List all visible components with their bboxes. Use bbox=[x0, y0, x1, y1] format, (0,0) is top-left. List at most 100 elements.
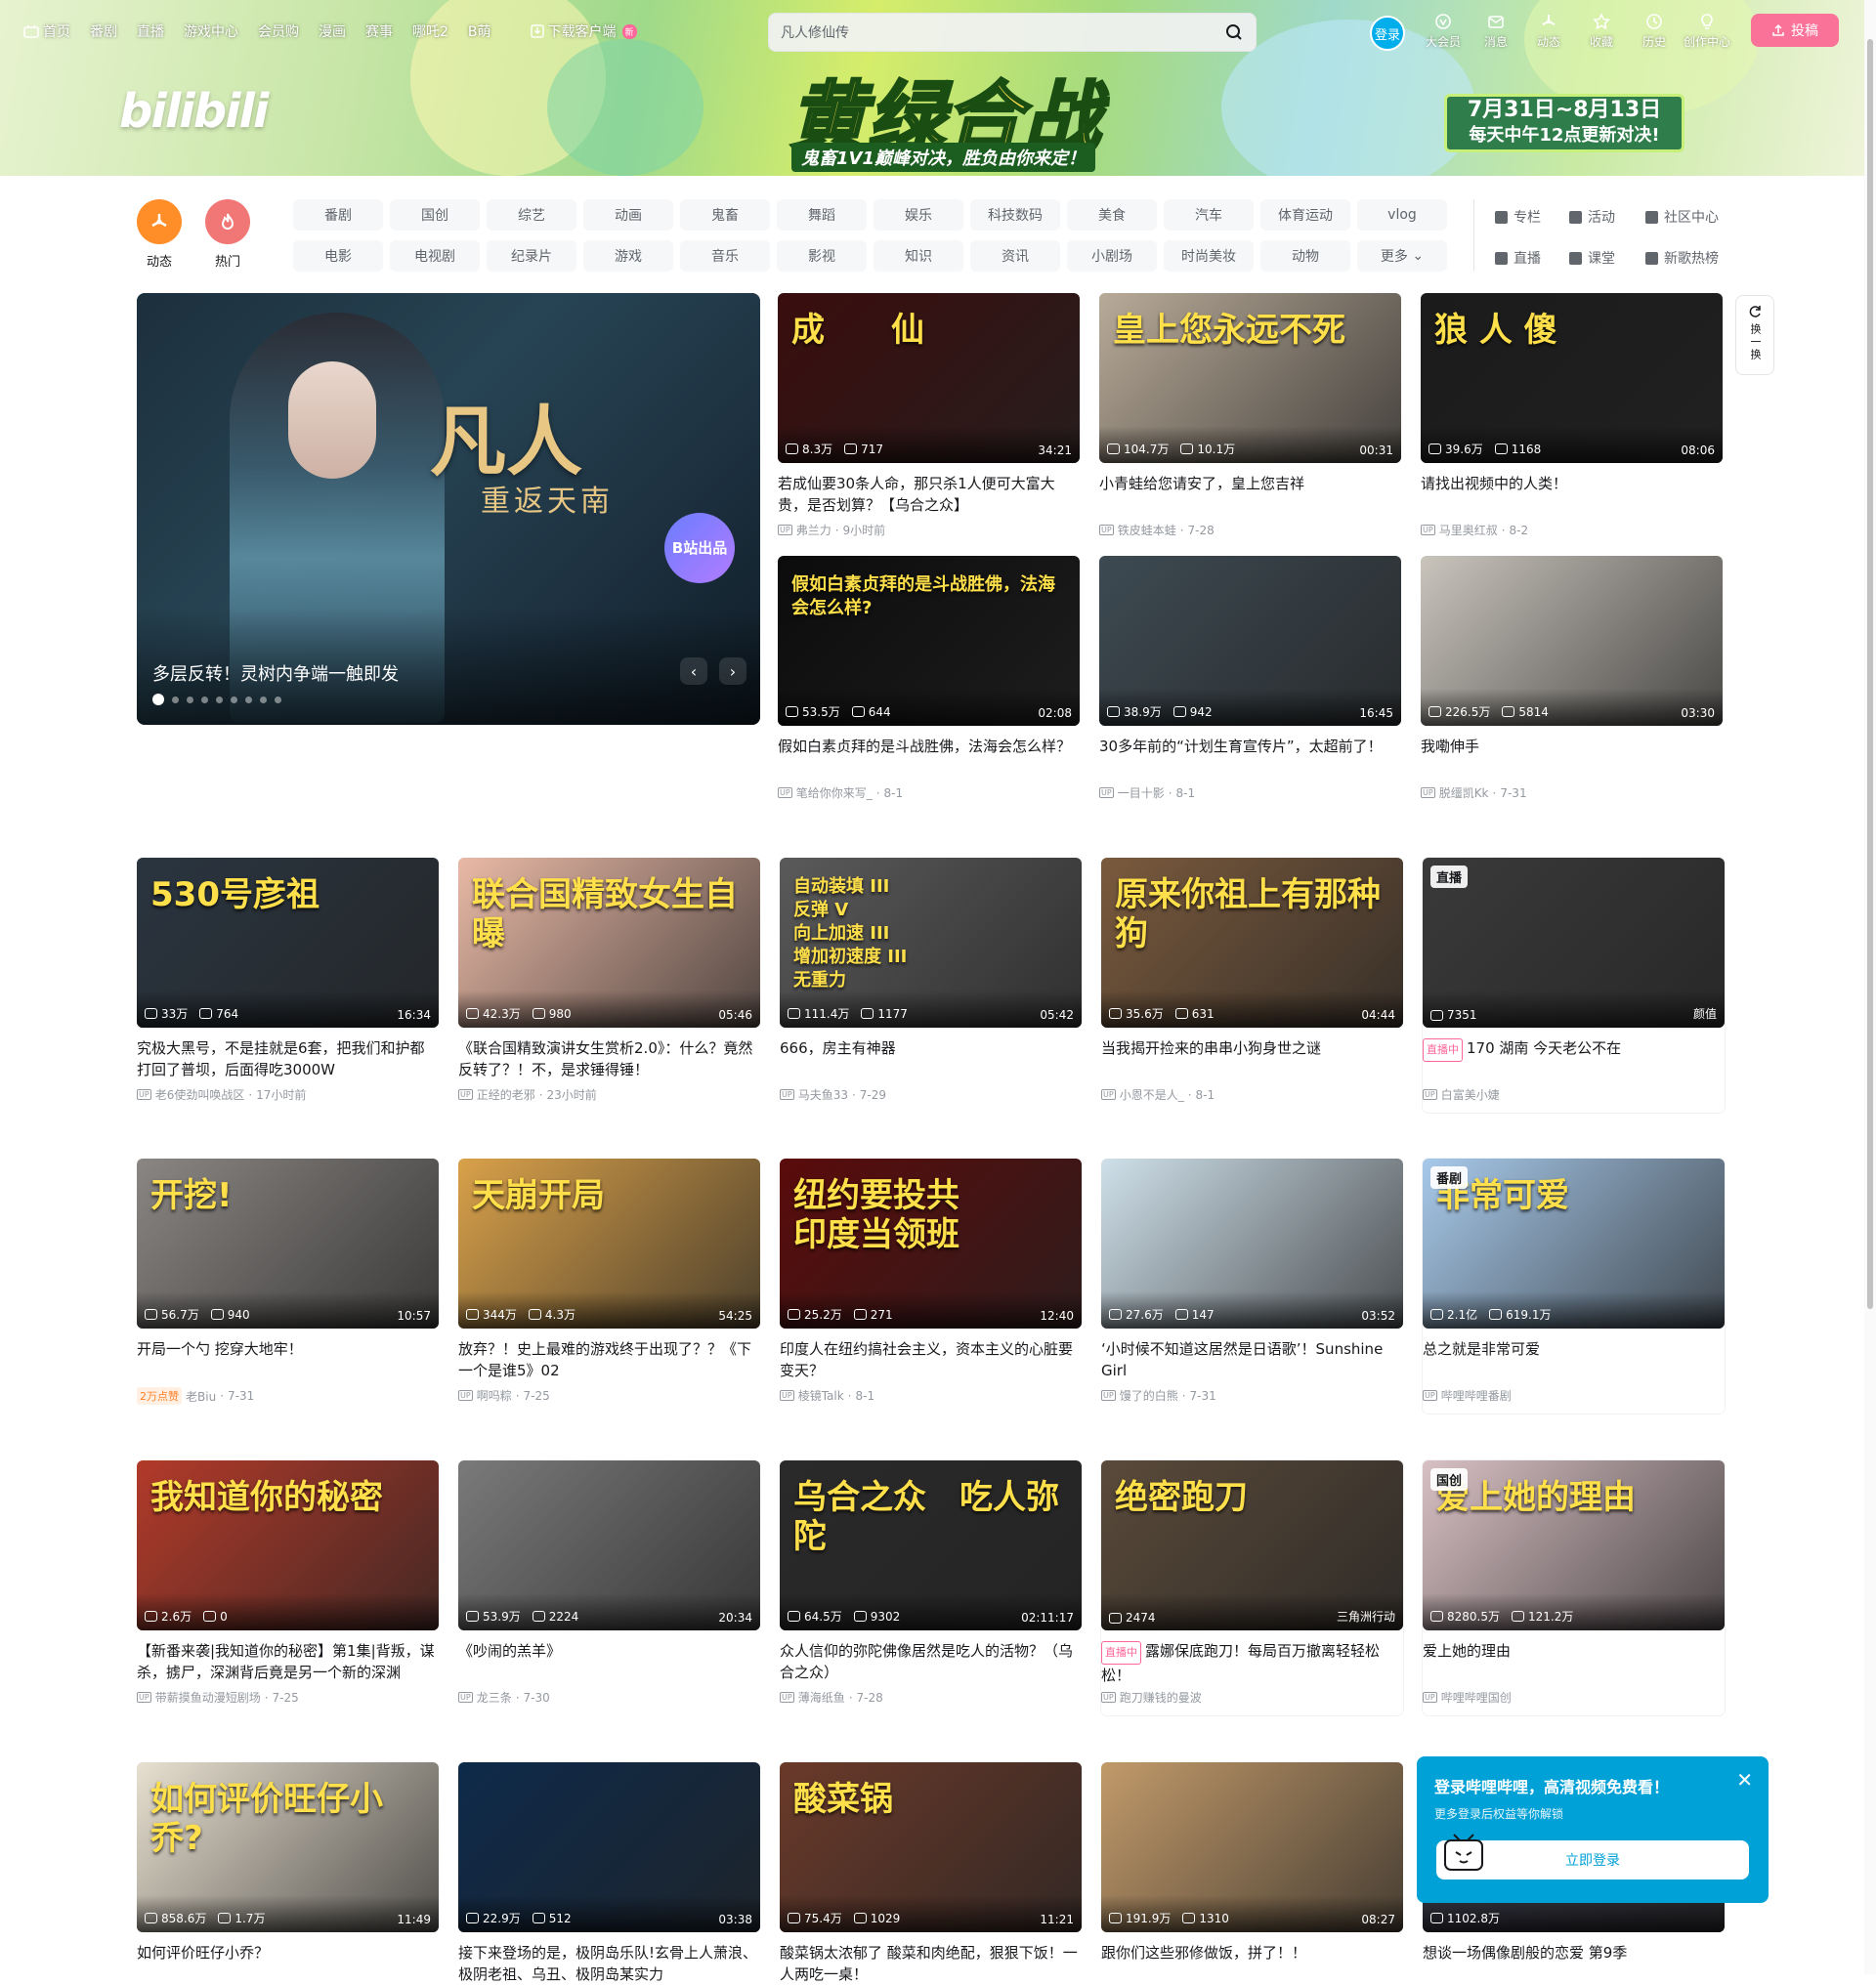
channel-chip[interactable]: 舞蹈 bbox=[777, 199, 867, 231]
uploader-name[interactable]: 老Biu bbox=[186, 1388, 216, 1405]
video-title[interactable]: ‘小时候不知道这居然是日语歌’！Sunshine Girl bbox=[1101, 1338, 1403, 1381]
uploader-name[interactable]: 弗兰力 bbox=[796, 522, 831, 538]
search-box[interactable] bbox=[768, 13, 1257, 52]
link-live[interactable]: 直播 bbox=[1495, 242, 1569, 274]
video-title[interactable]: 总之就是非常可爱 bbox=[1423, 1338, 1725, 1381]
featured-carousel[interactable]: 凡人 重返天南 B站出品 多层反转！灵树内争端一触即发 ‹ › bbox=[137, 293, 760, 725]
video-card[interactable]: 天崩开局 344万 4.3万 54:25 放弃？！史上最难的游戏终于出现了？？《下一个是… bbox=[458, 1159, 760, 1404]
video-card[interactable]: 22.9万 512 03:38 接下来登场的是，极阴岛乐队!玄骨上人萧浪、极阴老祖、乌… bbox=[458, 1762, 760, 1985]
nav-vip[interactable]: 大会员 bbox=[1417, 12, 1470, 50]
nav-messages[interactable]: 消息 bbox=[1470, 12, 1522, 50]
video-meta[interactable]: UP 馒了的白熊 · 7-31 bbox=[1101, 1387, 1403, 1404]
search-input[interactable] bbox=[781, 24, 1224, 40]
uploader-name[interactable]: 笔给你你来写_ bbox=[796, 784, 873, 801]
video-thumbnail[interactable]: 22.9万 512 03:38 bbox=[458, 1762, 760, 1932]
video-meta[interactable]: UP 龙三条 · 7-30 bbox=[458, 1689, 760, 1706]
carousel-prev-button[interactable]: ‹ bbox=[680, 657, 707, 685]
video-card[interactable]: 自动装填 III 反弹 V 向上加速 III 增加初速度 III 无重力 111.… bbox=[780, 858, 1082, 1103]
video-thumbnail[interactable]: 狼 人 傻 39.6万 1168 08:06 bbox=[1421, 293, 1723, 463]
bilibili-logo[interactable]: bilibili bbox=[119, 84, 269, 139]
video-title[interactable]: 若成仙要30条人命，那只杀1人便可大富大贵，是否划算？【乌合之众】 bbox=[778, 473, 1080, 516]
login-avatar-button[interactable]: 登录 bbox=[1370, 16, 1405, 51]
carousel-dot[interactable] bbox=[152, 694, 164, 705]
video-thumbnail[interactable]: 乌合之众 吃人弥陀 64.5万 9302 02:11:17 bbox=[780, 1460, 1082, 1630]
nav-download[interactable]: 下载客户端 新 bbox=[530, 21, 637, 41]
video-title[interactable]: 酸菜锅太浓郁了 酸菜和肉绝配，狠狠下饭！一人两吃一桌！ bbox=[780, 1942, 1082, 1985]
channel-chip[interactable]: 资讯 bbox=[970, 240, 1060, 272]
video-title[interactable]: 《联合国精致演讲女生赏析2.0》：什么？竟然反转了？！不，是求锤得锤！ bbox=[458, 1037, 760, 1080]
channel-chip[interactable]: 美食 bbox=[1067, 199, 1157, 231]
video-thumbnail[interactable]: 如何评价旺仔小乔? 858.6万 1.7万 11:49 bbox=[137, 1762, 439, 1932]
uploader-name[interactable]: 马里奥红叔 bbox=[1439, 522, 1498, 538]
nav-mall[interactable]: 会员购 bbox=[258, 21, 299, 41]
video-meta[interactable]: UP 笔给你你来写_ · 8-1 bbox=[778, 784, 1080, 801]
video-card[interactable]: 假如白素贞拜的是斗战胜佛，法海会怎么样? 53.5万 644 02:08 假如白素贞拜的… bbox=[778, 556, 1080, 801]
video-thumbnail[interactable]: 38.9万 942 16:45 bbox=[1099, 556, 1401, 726]
carousel-dot[interactable] bbox=[275, 696, 281, 703]
video-card[interactable]: 原来你祖上有那种狗 35.6万 631 04:44 当我揭开捡来的串串小狗身世之谜 UP 小… bbox=[1101, 858, 1403, 1103]
video-thumbnail[interactable]: 酸菜锅 75.4万 1029 11:21 bbox=[780, 1762, 1082, 1932]
video-title[interactable]: 想谈一场偶像剧般的恋爱 第9季 bbox=[1423, 1942, 1725, 1985]
video-meta[interactable]: UP 马里奥红叔 · 8-2 bbox=[1421, 522, 1723, 538]
nav-nezha[interactable]: 哪吒2 bbox=[412, 21, 448, 41]
video-thumbnail[interactable]: 假如白素贞拜的是斗战胜佛，法海会怎么样? 53.5万 644 02:08 bbox=[778, 556, 1080, 726]
uploader-name[interactable]: 正经的老邪 bbox=[477, 1086, 535, 1103]
video-title[interactable]: 30多年前的“计划生育宣传片”，太超前了！ bbox=[1099, 736, 1401, 779]
carousel-dot[interactable] bbox=[245, 696, 252, 703]
uploader-name[interactable]: 啊吗粽 bbox=[477, 1387, 512, 1404]
video-card[interactable]: 直播 7351 颜值 直播中 170 湖南 今天老公不在 UP 白富美小婕 bbox=[1423, 858, 1725, 1113]
carousel-dot[interactable] bbox=[187, 696, 193, 703]
nav-game-center[interactable]: 游戏中心 bbox=[184, 21, 238, 41]
carousel-dot[interactable] bbox=[260, 696, 267, 703]
link-activity[interactable]: 活动 bbox=[1569, 201, 1645, 232]
channel-chip[interactable]: 娱乐 bbox=[874, 199, 963, 231]
uploader-name[interactable]: 小恩不是人_ bbox=[1120, 1086, 1184, 1103]
video-thumbnail[interactable]: 226.5万 5814 03:30 bbox=[1421, 556, 1723, 726]
nav-favorites[interactable]: 收藏 bbox=[1575, 12, 1628, 50]
video-card[interactable]: 成 仙 8.3万 717 34:21 若成仙要30条人命，那只杀1人便可大富大贵，是否划… bbox=[778, 293, 1080, 538]
uploader-name[interactable]: 棱镜Talk bbox=[798, 1387, 844, 1404]
nav-manga[interactable]: 漫画 bbox=[319, 21, 346, 41]
video-card[interactable]: 联合国精致女生自曝 42.3万 980 05:46 《联合国精致演讲女生赏析2.0》：什… bbox=[458, 858, 760, 1103]
uploader-name[interactable]: 老6使劲叫唤战区 bbox=[155, 1086, 245, 1103]
video-meta[interactable]: UP 弗兰力 · 9小时前 bbox=[778, 522, 1080, 538]
video-title[interactable]: 接下来登场的是，极阴岛乐队!玄骨上人萧浪、极阴老祖、乌丑、极阴岛某实力 bbox=[458, 1942, 760, 1985]
link-community[interactable]: 社区中心 bbox=[1645, 201, 1743, 232]
video-meta[interactable]: UP 小恩不是人_ · 8-1 bbox=[1101, 1086, 1403, 1103]
uploader-name[interactable]: 哔哩哔哩国创 bbox=[1441, 1689, 1512, 1706]
channel-chip[interactable]: 动物 bbox=[1260, 240, 1350, 272]
uploader-name[interactable]: 跑刀赚钱的曼波 bbox=[1120, 1689, 1202, 1706]
channel-chip[interactable]: 电视剧 bbox=[390, 240, 480, 272]
channel-chip[interactable]: vlog bbox=[1357, 199, 1447, 231]
scrollbar-thumb[interactable] bbox=[1867, 39, 1873, 1309]
link-new-songs[interactable]: 新歌热榜 bbox=[1645, 242, 1743, 274]
carousel-dot[interactable] bbox=[231, 696, 237, 703]
video-meta[interactable]: UP 脱缰凯Kk · 7-31 bbox=[1421, 784, 1723, 801]
video-title[interactable]: 直播中 露娜保底跑刀！每局百万撤离轻轻松松！ bbox=[1101, 1640, 1403, 1683]
uploader-name[interactable]: 薄海纸鱼 bbox=[798, 1689, 845, 1706]
channel-chip[interactable]: 电影 bbox=[293, 240, 383, 272]
video-title[interactable]: 开局一个勺 挖穿大地牢！ bbox=[137, 1338, 439, 1381]
video-thumbnail[interactable]: 原来你祖上有那种狗 35.6万 631 04:44 bbox=[1101, 858, 1403, 1028]
channel-chip[interactable]: 游戏 bbox=[583, 240, 673, 272]
nav-creator-center[interactable]: 创作中心 bbox=[1681, 12, 1733, 50]
video-title[interactable]: 《吵闹的羔羊》 bbox=[458, 1640, 760, 1683]
channel-chip[interactable]: 综艺 bbox=[487, 199, 576, 231]
channel-chip[interactable]: 鬼畜 bbox=[680, 199, 770, 231]
video-meta[interactable]: UP 哔哩哔哩番剧 bbox=[1423, 1387, 1725, 1404]
video-meta[interactable]: UP 啊吗粽 · 7-25 bbox=[458, 1387, 760, 1404]
video-thumbnail[interactable]: 我知道你的秘密 2.6万 0 bbox=[137, 1460, 439, 1630]
uploader-name[interactable]: 马夫鱼33 bbox=[798, 1086, 848, 1103]
channel-more-button[interactable]: 更多 ⌄ bbox=[1357, 240, 1447, 272]
uploader-name[interactable]: 白富美小婕 bbox=[1441, 1086, 1500, 1103]
nav-home[interactable]: 首页 bbox=[23, 21, 70, 41]
video-meta[interactable]: UP 铁皮蛙本蛙 · 7-28 bbox=[1099, 522, 1401, 538]
nav-live[interactable]: 直播 bbox=[137, 21, 164, 41]
video-card[interactable]: 酸菜锅 75.4万 1029 11:21 酸菜锅太浓郁了 酸菜和肉绝配，狠狠下饭！一人两… bbox=[780, 1762, 1082, 1985]
uploader-name[interactable]: 铁皮蛙本蛙 bbox=[1118, 522, 1176, 538]
video-thumbnail[interactable]: 纽约要投共 印度当领班 25.2万 271 12:40 bbox=[780, 1159, 1082, 1329]
dynamic-channel-button[interactable] bbox=[137, 199, 182, 244]
video-thumbnail[interactable]: 天崩开局 344万 4.3万 54:25 bbox=[458, 1159, 760, 1329]
video-meta[interactable]: UP 白富美小婕 bbox=[1423, 1086, 1725, 1103]
video-thumbnail[interactable]: 直播 7351 颜值 bbox=[1423, 858, 1725, 1028]
